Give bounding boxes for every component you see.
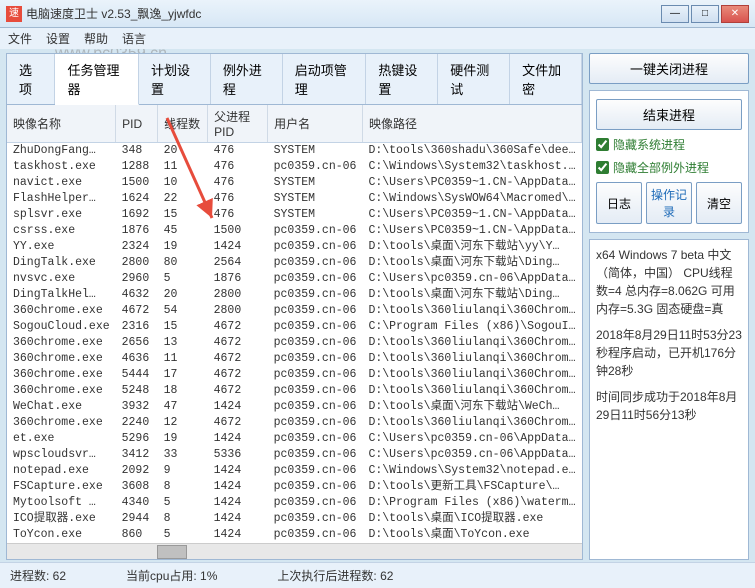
- column-header[interactable]: 父进程PID: [208, 105, 268, 143]
- table-row[interactable]: 360chrome.exe5444174672pc0359.cn-06D:\to…: [7, 367, 582, 383]
- table-row[interactable]: splsvr.exe169215476SYSTEMC:\Users\PC0359…: [7, 207, 582, 223]
- app-icon: 速: [6, 6, 22, 22]
- status-cpu: 当前cpu占用: 1%: [126, 567, 217, 584]
- tab-硬件测试[interactable]: 硬件测试: [438, 54, 510, 104]
- table-row[interactable]: DingTalk.exe2800802564pc0359.cn-06D:\too…: [7, 255, 582, 271]
- hide-system-checkbox[interactable]: 隐藏系统进程: [596, 136, 742, 153]
- tabs: 选项任务管理器计划设置例外进程启动项管理热键设置硬件测试文件加密: [7, 54, 582, 105]
- table-row[interactable]: 360chrome.exe4672542800pc0359.cn-06D:\to…: [7, 303, 582, 319]
- menubar: 文件设置帮助语言: [0, 28, 755, 49]
- minimize-button[interactable]: —: [661, 5, 689, 23]
- menu-语言[interactable]: 语言: [122, 30, 146, 47]
- task-table[interactable]: 映像名称PID线程数父进程PID用户名映像路径 ZhuDongFang…3482…: [7, 105, 582, 543]
- status-process-count: 进程数: 62: [10, 567, 66, 584]
- titlebar: 速 电脑速度卫士 v2.53_飘逸_yjwfdc — □ ✕: [0, 0, 755, 28]
- table-row[interactable]: et.exe5296191424pc0359.cn-06C:\Users\pc0…: [7, 431, 582, 447]
- end-process-button[interactable]: 结束进程: [596, 99, 742, 130]
- maximize-button[interactable]: □: [691, 5, 719, 23]
- table-row[interactable]: DingTalkHel…4632202800pc0359.cn-06D:\too…: [7, 287, 582, 303]
- statusbar: 进程数: 62 当前cpu占用: 1% 上次执行后进程数: 62: [0, 562, 755, 588]
- table-row[interactable]: ICO提取器.exe294481424pc0359.cn-06D:\tools\…: [7, 511, 582, 527]
- table-row[interactable]: wpscloudsvr…3412335336pc0359.cn-06C:\Use…: [7, 447, 582, 463]
- menu-设置[interactable]: 设置: [46, 30, 70, 47]
- status-last-count: 上次执行后进程数: 62: [277, 567, 393, 584]
- table-row[interactable]: SogouCloud.exe2316154672pc0359.cn-06C:\P…: [7, 319, 582, 335]
- table-row[interactable]: ZhuDongFang…34820476SYSTEMD:\tools\360sh…: [7, 143, 582, 160]
- column-header[interactable]: 映像名称: [7, 105, 116, 143]
- menu-帮助[interactable]: 帮助: [84, 30, 108, 47]
- tab-启动项管理[interactable]: 启动项管理: [283, 54, 367, 104]
- tab-例外进程[interactable]: 例外进程: [211, 54, 283, 104]
- menu-文件[interactable]: 文件: [8, 30, 32, 47]
- tab-热键设置[interactable]: 热键设置: [366, 54, 438, 104]
- table-row[interactable]: taskhost.exe128811476pc0359.cn-06C:\Wind…: [7, 159, 582, 175]
- table-row[interactable]: 360chrome.exe2656134672pc0359.cn-06D:\to…: [7, 335, 582, 351]
- window-title: 电脑速度卫士 v2.53_飘逸_yjwfdc: [26, 5, 201, 22]
- tab-选项[interactable]: 选项: [7, 54, 55, 104]
- close-all-button[interactable]: 一键关闭进程: [589, 53, 749, 84]
- table-row[interactable]: navict.exe150010476SYSTEMC:\Users\PC0359…: [7, 175, 582, 191]
- close-button[interactable]: ✕: [721, 5, 749, 23]
- tab-计划设置[interactable]: 计划设置: [139, 54, 211, 104]
- table-row[interactable]: 360chrome.exe5248184672pc0359.cn-06D:\to…: [7, 383, 582, 399]
- table-row[interactable]: nvsvc.exe296051876pc0359.cn-06C:\Users\p…: [7, 271, 582, 287]
- hide-exception-checkbox[interactable]: 隐藏全部例外进程: [596, 159, 742, 176]
- clear-button[interactable]: 清空: [696, 182, 742, 224]
- table-row[interactable]: 360chrome.exe2240124672pc0359.cn-06D:\to…: [7, 415, 582, 431]
- column-header[interactable]: 映像路径: [362, 105, 581, 143]
- table-row[interactable]: ToYcon.exe86051424pc0359.cn-06D:\tools\桌…: [7, 527, 582, 543]
- record-button[interactable]: 操作记录: [646, 182, 692, 224]
- horizontal-scrollbar[interactable]: [7, 543, 582, 559]
- column-header[interactable]: 线程数: [158, 105, 208, 143]
- tab-文件加密[interactable]: 文件加密: [510, 54, 582, 104]
- table-row[interactable]: FlashHelper…162422476SYSTEMC:\Windows\Sy…: [7, 191, 582, 207]
- table-row[interactable]: FSCapture.exe360881424pc0359.cn-06D:\too…: [7, 479, 582, 495]
- table-row[interactable]: YY.exe2324191424pc0359.cn-06D:\tools\桌面\…: [7, 239, 582, 255]
- tab-任务管理器[interactable]: 任务管理器: [55, 54, 139, 105]
- info-panel: x64 Windows 7 beta 中文（简体，中国） CPU线程数=4 总内…: [589, 239, 749, 560]
- column-header[interactable]: 用户名: [268, 105, 363, 143]
- table-row[interactable]: notepad.exe209291424pc0359.cn-06C:\Windo…: [7, 463, 582, 479]
- column-header[interactable]: PID: [116, 105, 158, 143]
- table-row[interactable]: Mytoolsoft …434051424pc0359.cn-06D:\Prog…: [7, 495, 582, 511]
- table-row[interactable]: csrss.exe1876451500pc0359.cn-06C:\Users\…: [7, 223, 582, 239]
- table-row[interactable]: 360chrome.exe4636114672pc0359.cn-06D:\to…: [7, 351, 582, 367]
- table-row[interactable]: WeChat.exe3932471424pc0359.cn-06D:\tools…: [7, 399, 582, 415]
- log-button[interactable]: 日志: [596, 182, 642, 224]
